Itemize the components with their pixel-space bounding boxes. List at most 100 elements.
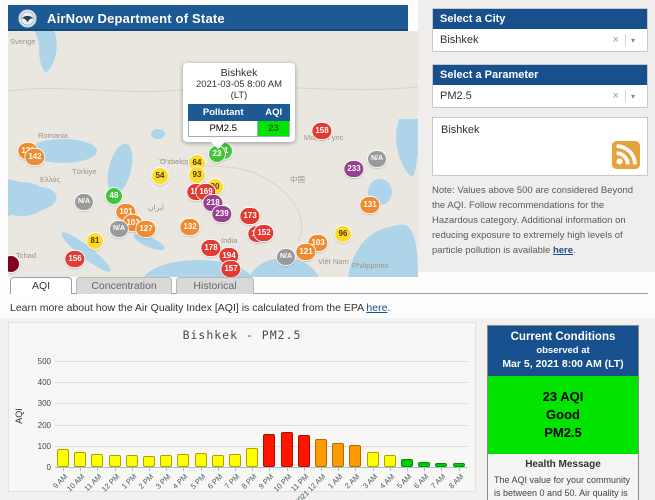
epa-here-link[interactable]: here: [366, 302, 387, 314]
popup-col-pollutant: Pollutant: [189, 105, 258, 121]
map-marker-156[interactable]: 156: [65, 251, 84, 267]
chart-gridline: [55, 361, 467, 362]
map-label: Türkiye: [72, 167, 97, 176]
conditions-header: Current Conditions observed at Mar 5, 20…: [488, 326, 638, 376]
rss-city-label: Bishkek: [441, 124, 480, 136]
chart-x-tick: [373, 468, 374, 471]
chart-x-tick: [63, 468, 64, 471]
map-marker-158[interactable]: 158: [312, 123, 331, 139]
popup-pollutant-value: PM2.5: [189, 121, 258, 137]
chart-x-tick: [338, 468, 339, 471]
select-parameter-header: Select a Parameter: [433, 65, 647, 85]
chart-bar: [246, 448, 258, 467]
popup-city: Bishkek: [188, 67, 290, 79]
map-marker-142[interactable]: 142: [25, 149, 44, 165]
health-message-block: Health Message The AQI value for your co…: [488, 454, 638, 500]
city-dropdown[interactable]: Bishkek × ▾: [433, 29, 647, 51]
beyond-aqi-note: Note: Values above 500 are considered Be…: [432, 183, 648, 258]
parameter-clear-icon[interactable]: ×: [607, 90, 625, 102]
chart-x-tick: [269, 468, 270, 471]
map-marker-81[interactable]: 81: [87, 233, 103, 249]
chart-bar: [315, 439, 327, 467]
chart-x-tick: [252, 468, 253, 471]
map-marker-93[interactable]: 93: [189, 167, 205, 183]
map-label: Ελλάς: [40, 175, 60, 184]
map-marker-121[interactable]: 121: [296, 244, 315, 260]
chart-bar: [229, 454, 241, 467]
select-city-panel: Select a City Bishkek × ▾: [432, 8, 648, 52]
conditions-aqi-block: 23 AQI Good PM2.5: [488, 376, 638, 454]
map-marker-na[interactable]: N/A: [368, 151, 386, 167]
map-marker-na[interactable]: N/A: [110, 221, 128, 237]
select-parameter-panel: Select a Parameter PM2.5 × ▾: [432, 64, 648, 108]
map-label: Sverige: [10, 37, 35, 46]
chevron-down-icon[interactable]: ▾: [626, 36, 640, 45]
parameter-dropdown[interactable]: PM2.5 × ▾: [433, 85, 647, 107]
map-label: Philippines: [352, 261, 388, 270]
chart-x-tick: [459, 468, 460, 471]
map-marker-127[interactable]: 127: [136, 221, 155, 237]
tab-concentration[interactable]: Concentration: [76, 277, 172, 294]
map-marker-233[interactable]: 233: [344, 161, 363, 177]
map-marker-131[interactable]: 131: [360, 197, 379, 213]
chart-bar: [74, 452, 86, 467]
conditions-aqi-value: 23 AQI: [490, 388, 636, 406]
map-label: Tchad: [16, 251, 36, 260]
map-label: ايران: [148, 203, 164, 212]
chart-gridline: [55, 446, 467, 447]
chart-bar: [367, 452, 379, 467]
conditions-observed-at: observed at: [490, 345, 636, 356]
chart-bar: [126, 455, 138, 467]
chart-bar: [281, 432, 293, 467]
city-clear-icon[interactable]: ×: [607, 34, 625, 46]
map-marker-na[interactable]: N/A: [75, 194, 93, 210]
chart-x-tick: [97, 468, 98, 471]
page: AirNow Department of State: [0, 0, 655, 500]
health-message-title: Health Message: [494, 459, 632, 470]
chart-bar: [195, 453, 207, 467]
chart-x-tick: [355, 468, 356, 471]
chart-gridline: [55, 382, 467, 383]
popup-col-aqi: AQI: [258, 105, 290, 121]
app-title: AirNow Department of State: [47, 11, 225, 26]
map-marker-152[interactable]: 152: [254, 225, 273, 241]
chart-x-tick: [407, 468, 408, 471]
popup-timezone: (LT): [188, 90, 290, 101]
chart-gridline: [55, 403, 467, 404]
chart-bar: [143, 456, 155, 467]
chart-x-tick: [132, 468, 133, 471]
map-marker-173[interactable]: 173: [240, 208, 259, 224]
dos-seal-icon: [18, 9, 37, 28]
chart-bar: [109, 455, 121, 467]
select-city-header: Select a City: [433, 9, 647, 29]
chart-bar: [332, 443, 344, 467]
chart-x-tick: [390, 468, 391, 471]
chart-bar: [177, 454, 189, 467]
note-here-link[interactable]: here: [553, 245, 573, 256]
aqi-map[interactable]: SverigeRomaniaΕλλάςTürkiyeO'zbekistonاير…: [8, 31, 418, 277]
note-text: Note: Values above 500 are considered Be…: [432, 185, 633, 256]
conditions-pollutant: PM2.5: [490, 424, 636, 442]
chevron-down-icon[interactable]: ▾: [626, 92, 640, 101]
chart-x-tick: [149, 468, 150, 471]
rss-icon[interactable]: [612, 141, 640, 169]
rss-feed-box: Bishkek: [432, 117, 648, 176]
map-marker-48[interactable]: 48: [106, 188, 122, 204]
map-marker-132[interactable]: 132: [180, 219, 199, 235]
chart-x-tick: [441, 468, 442, 471]
app-header: AirNow Department of State: [8, 5, 408, 31]
health-message-text: The AQI value for your community is betw…: [494, 474, 632, 500]
tab-aqi[interactable]: AQI: [10, 277, 72, 294]
chart-bar: [418, 462, 430, 467]
chart-y-tick-label: 0: [15, 463, 51, 472]
map-marker-239[interactable]: 239: [212, 206, 231, 222]
map-marker-96[interactable]: 96: [335, 226, 351, 242]
chart-x-tick: [287, 468, 288, 471]
chart-x-tick: [183, 468, 184, 471]
map-marker-54[interactable]: 54: [152, 168, 168, 184]
map-marker-157[interactable]: 157: [221, 261, 240, 277]
map-marker-na[interactable]: N/A: [277, 249, 295, 265]
map-marker-178[interactable]: 178: [201, 240, 220, 256]
chart-x-tick: [80, 468, 81, 471]
tab-historical[interactable]: Historical: [176, 277, 254, 294]
